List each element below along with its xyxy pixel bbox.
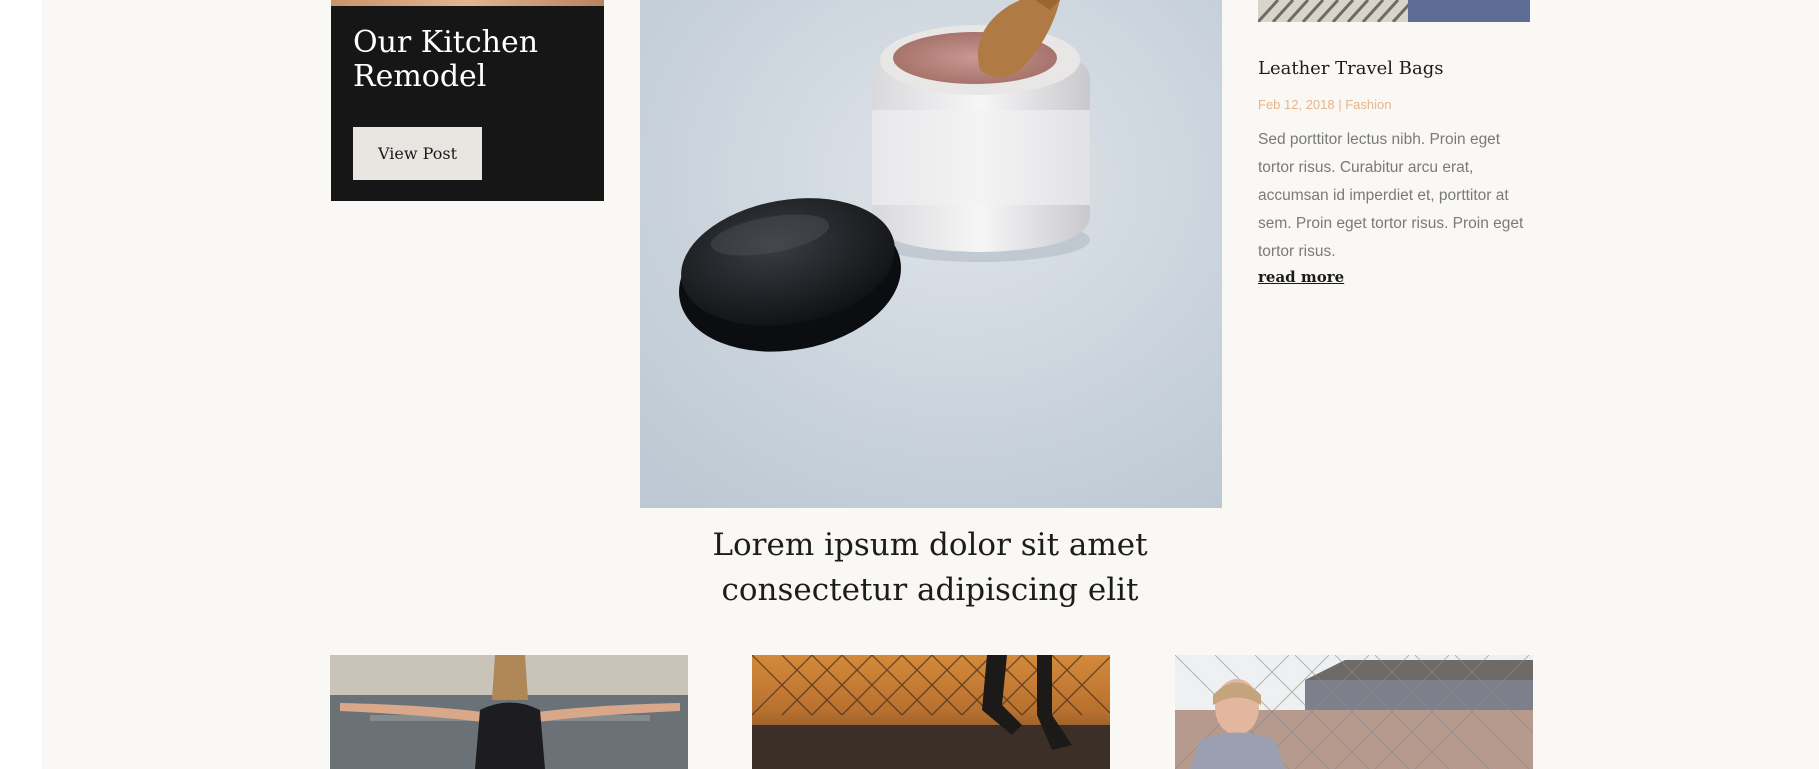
- leather-bags-post-meta: Feb 12, 2018 | Fashion: [1258, 97, 1392, 112]
- leather-bags-post-title[interactable]: Leather Travel Bags: [1258, 56, 1558, 82]
- view-post-button[interactable]: View Post: [353, 127, 482, 180]
- running-post-image[interactable]: [752, 655, 1110, 769]
- featured-post-image[interactable]: [640, 0, 1222, 508]
- leather-bags-post-excerpt: Sed porttitor lectus nibh. Proin eget to…: [1258, 131, 1524, 260]
- kitchen-post-title: Our Kitchen Remodel: [353, 25, 539, 94]
- read-more-link[interactable]: read more: [1258, 268, 1344, 286]
- yoga-post-image[interactable]: [330, 655, 688, 769]
- leather-bags-post-image[interactable]: [1258, 0, 1530, 22]
- fitness-post-image[interactable]: [1175, 655, 1533, 769]
- kitchen-post-card: Our Kitchen Remodel View Post: [331, 6, 604, 201]
- featured-post-title[interactable]: Lorem ipsum dolor sit amet consectetur a…: [630, 523, 1230, 613]
